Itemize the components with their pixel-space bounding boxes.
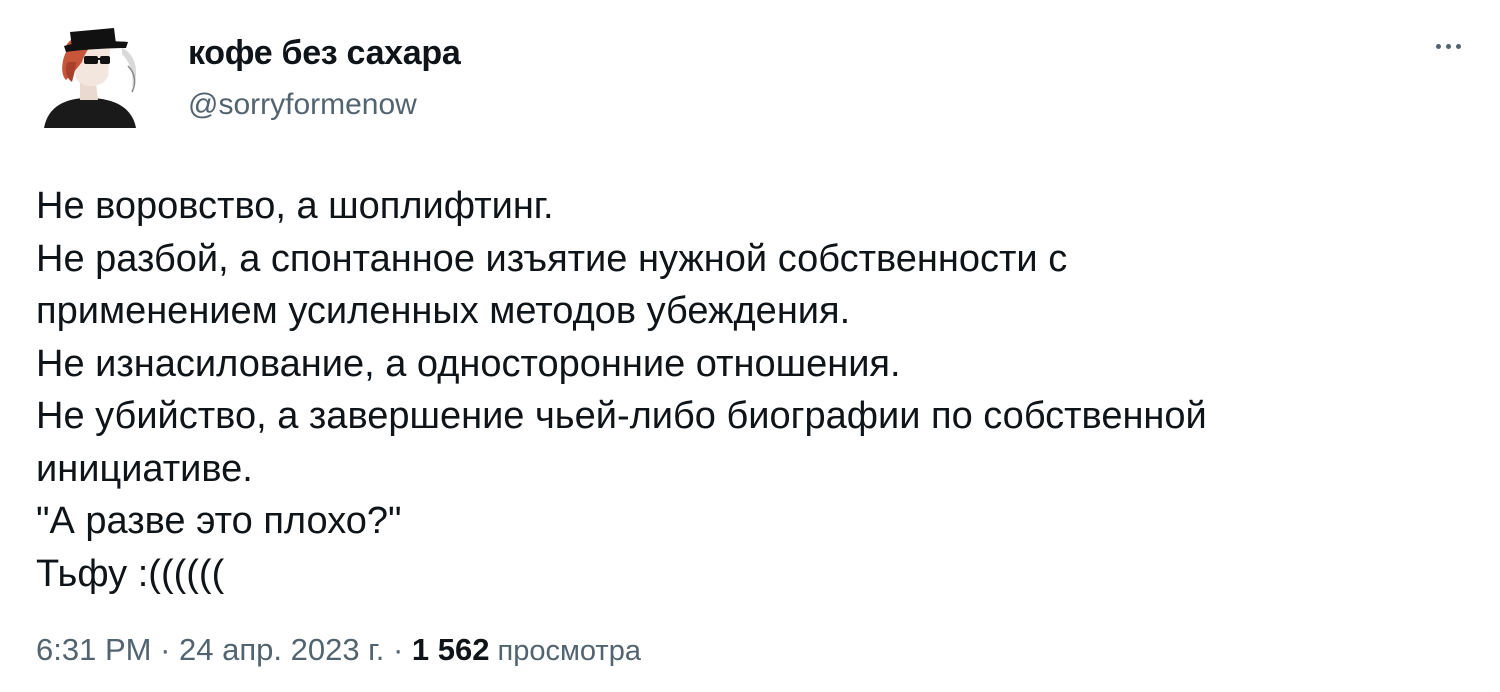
tweet-text-line: применением усиленных методов убеждения. bbox=[36, 290, 851, 332]
views-label[interactable]: просмотра bbox=[489, 635, 641, 667]
meta-separator: · bbox=[151, 632, 180, 667]
tweet-text-line: инициативе. bbox=[36, 447, 253, 490]
tweet-text: Не воровство, а шоплифтинг. Не разбой, а… bbox=[36, 180, 1466, 600]
avatar-image bbox=[36, 18, 146, 128]
tweet-text-line: Не изнасилование, а односторонние отноше… bbox=[36, 342, 901, 385]
tweet-card: кофе без сахара @sorryformenow Не воровс… bbox=[0, 0, 1500, 692]
tweet-text-line: Не убийство, а завершение чьей-либо биог… bbox=[36, 395, 1207, 437]
author-display-name[interactable]: кофе без сахара bbox=[188, 34, 461, 73]
avatar[interactable] bbox=[36, 18, 146, 128]
tweet-date-link[interactable]: 24 апр. 2023 г. bbox=[179, 632, 384, 667]
tweet-meta: 6:31 PM · 24 апр. 2023 г. · 1 562 просмо… bbox=[36, 632, 641, 668]
author-handle[interactable]: @sorryformenow bbox=[188, 88, 417, 122]
tweet-text-line: Не воровство, а шоплифтинг. bbox=[36, 185, 554, 227]
views-count[interactable]: 1 562 bbox=[412, 632, 490, 667]
meta-separator: · bbox=[384, 632, 412, 667]
tweet-text-line: Тьфу :(((((( bbox=[36, 552, 225, 595]
tweet-text-line: "А разве это плохо?" bbox=[36, 500, 402, 542]
more-options-button[interactable] bbox=[1428, 30, 1468, 60]
tweet-time-link[interactable]: 6:31 PM bbox=[36, 632, 151, 667]
tweet-text-line: Не разбой, а спонтанное изъятие нужной с… bbox=[36, 237, 1068, 280]
